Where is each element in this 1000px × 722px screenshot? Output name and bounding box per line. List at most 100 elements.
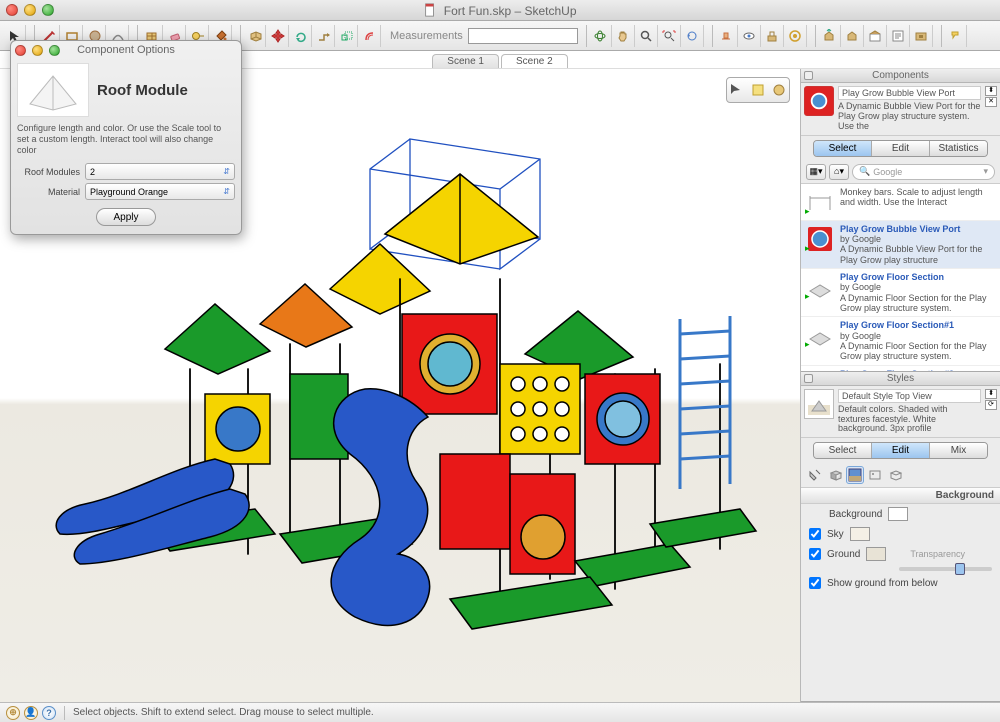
sky-color-swatch[interactable] [850, 527, 870, 541]
hand-icon[interactable] [750, 82, 766, 98]
follow-me-tool[interactable] [313, 25, 335, 47]
roof-modules-label: Roof Modules [17, 167, 85, 177]
get-models-tool[interactable] [819, 25, 841, 47]
window-title: Fort Fun.skp – SketchUp [0, 3, 1000, 18]
show-ground-checkbox[interactable] [809, 577, 821, 589]
apply-button[interactable]: Apply [96, 208, 156, 226]
status-hint: Select objects. Shift to extend select. … [73, 707, 374, 718]
walk-tool[interactable] [762, 25, 784, 47]
modeling-settings-icon[interactable] [886, 466, 904, 484]
material-select[interactable]: Playground Orange⇵ [85, 183, 235, 200]
styles-tab-select[interactable]: Select [814, 443, 872, 458]
list-item[interactable]: ▸ Play Grow Floor Section#2by GoogleA Dy… [801, 366, 1000, 371]
components-tab-statistics[interactable]: Statistics [930, 141, 987, 156]
styles-tab-mix[interactable]: Mix [930, 443, 987, 458]
list-item[interactable]: ▸ Play Grow Floor Sectionby GoogleA Dyna… [801, 269, 1000, 317]
dialog-thumbnail [17, 63, 89, 117]
components-tab-edit[interactable]: Edit [872, 141, 930, 156]
push-pull-tool[interactable] [244, 25, 266, 47]
sky-checkbox[interactable] [809, 528, 821, 540]
status-bar: ⊕ 👤 ? Select objects. Shift to extend se… [0, 702, 1000, 722]
help-icon[interactable]: ? [42, 706, 56, 720]
dialog-title: Component Options [11, 44, 241, 56]
components-panel: Components Play Grow Bubble View Port A … [801, 69, 1000, 372]
credits-icon[interactable]: 👤 [24, 706, 38, 720]
move-tool[interactable] [267, 25, 289, 47]
home-button[interactable]: ⌂▾ [829, 164, 849, 180]
face-settings-icon[interactable] [826, 466, 844, 484]
ground-color-swatch[interactable] [866, 547, 886, 561]
view-toolbar [726, 77, 790, 103]
section-plane-tool[interactable] [785, 25, 807, 47]
close-window-button[interactable] [6, 4, 18, 16]
edge-settings-icon[interactable] [806, 466, 824, 484]
components-list[interactable]: ▸ Monkey bars. Scale to adjust length an… [801, 183, 1000, 371]
traffic-lights [6, 4, 54, 16]
component-description: A Dynamic Bubble View Port for the Play … [838, 102, 981, 132]
offset-tool[interactable] [359, 25, 381, 47]
position-camera-tool[interactable] [716, 25, 738, 47]
zoom-extents-tool[interactable] [659, 25, 681, 47]
scene-tab-1[interactable]: Scene 1 [432, 54, 499, 68]
pan-tool[interactable] [613, 25, 635, 47]
search-icon: 🔍 [859, 166, 870, 177]
list-item[interactable]: ▸ Monkey bars. Scale to adjust length an… [801, 184, 1000, 221]
component-search[interactable]: 🔍Google▾ [852, 164, 995, 180]
transparency-slider[interactable] [899, 567, 992, 571]
style-name-field[interactable]: Default Style Top View [838, 389, 981, 403]
style-icon[interactable] [771, 82, 787, 98]
measurements-label: Measurements [390, 30, 463, 42]
components-tab-select[interactable]: Select [814, 141, 872, 156]
component-thumbnail [804, 86, 834, 116]
list-item[interactable]: ▸ Play Grow Floor Section#1by GoogleA Dy… [801, 317, 1000, 365]
list-item[interactable]: ▸ Play Grow Bubble View Portby GoogleA D… [801, 221, 1000, 269]
dialog-description: Configure length and color. Or use the S… [17, 123, 235, 155]
share-model-tool[interactable] [842, 25, 864, 47]
scale-tool[interactable] [336, 25, 358, 47]
styles-panel-title[interactable]: Styles [801, 372, 1000, 386]
look-around-tool[interactable] [739, 25, 761, 47]
zoom-window-button[interactable] [42, 4, 54, 16]
transparency-label: Transparency [910, 549, 965, 559]
ground-label: Ground [827, 549, 860, 560]
styles-tabs: Select Edit Mix [813, 442, 988, 459]
minimize-window-button[interactable] [24, 4, 36, 16]
component-name-field[interactable]: Play Grow Bubble View Port [838, 86, 981, 100]
sky-label: Sky [827, 529, 844, 540]
component-options-dialog[interactable]: Component Options Roof Module Configure … [10, 40, 242, 235]
section-header: Background [801, 487, 1000, 504]
background-color-swatch[interactable] [888, 507, 908, 521]
components-tabs: Select Edit Statistics [813, 140, 988, 157]
styles-panel: Styles Default Style Top View Default co… [801, 372, 1000, 702]
dialog-component-name: Roof Module [97, 82, 188, 99]
view-mode-button[interactable]: ▦▾ [806, 164, 826, 180]
layout-tool[interactable] [888, 25, 910, 47]
help-tool[interactable] [945, 25, 967, 47]
right-panel-stack: Components Play Grow Bubble View Port A … [800, 69, 1000, 702]
orbit-tool[interactable] [590, 25, 612, 47]
component-nav-updown[interactable]: ⬍✕ [985, 86, 997, 132]
background-label: Background [829, 509, 882, 520]
scene-tab-2[interactable]: Scene 2 [501, 54, 568, 68]
watermark-settings-icon[interactable] [866, 466, 884, 484]
style-thumbnail [804, 389, 834, 419]
styles-tab-edit[interactable]: Edit [872, 443, 930, 458]
ground-checkbox[interactable] [809, 548, 821, 560]
window-titlebar: Fort Fun.skp – SketchUp [0, 0, 1000, 21]
style-description: Default colors. Shaded with textures fac… [838, 405, 981, 435]
background-settings-icon[interactable] [846, 466, 864, 484]
measurements-input[interactable] [468, 28, 578, 44]
document-icon [423, 3, 437, 17]
extension-tool[interactable] [911, 25, 933, 47]
zoom-tool[interactable] [636, 25, 658, 47]
roof-modules-select[interactable]: 2⇵ [85, 163, 235, 180]
rotate-tool[interactable] [290, 25, 312, 47]
style-nav-updown[interactable]: ⬍⟳ [985, 389, 997, 435]
previous-view-tool[interactable] [682, 25, 704, 47]
3d-warehouse-tool[interactable] [865, 25, 887, 47]
components-panel-title[interactable]: Components [801, 69, 1000, 83]
show-ground-label: Show ground from below [827, 578, 938, 589]
geo-location-icon[interactable]: ⊕ [6, 706, 20, 720]
xray-icon[interactable] [729, 82, 745, 98]
material-label: Material [17, 187, 85, 197]
